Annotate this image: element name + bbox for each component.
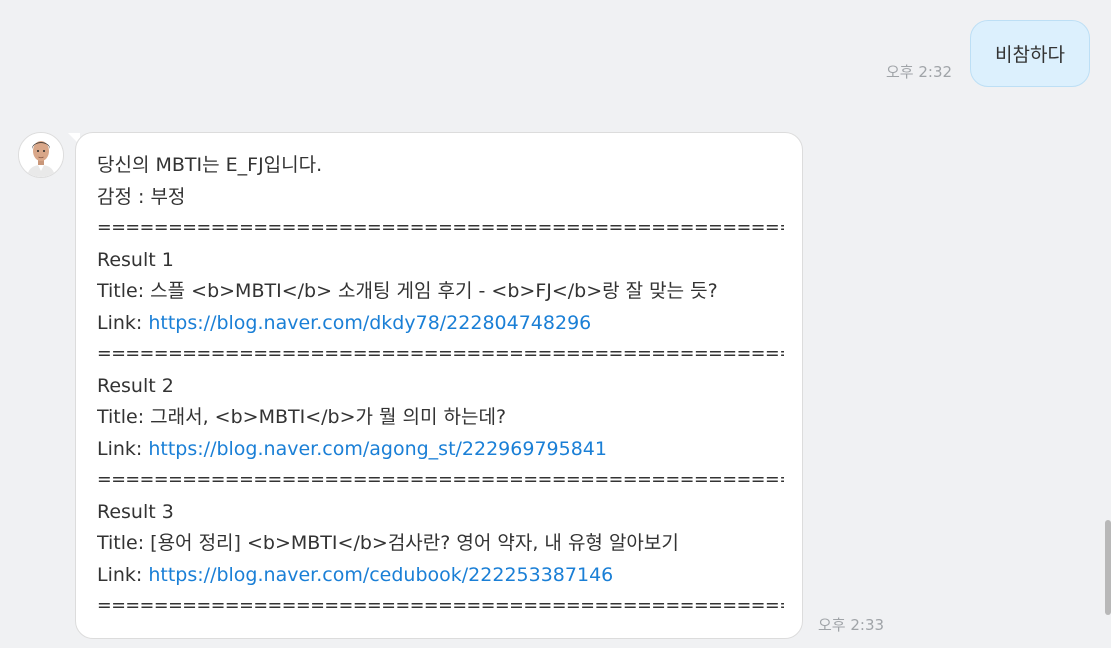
result-link[interactable]: https://blog.naver.com/agong_st/22296979… — [148, 438, 607, 460]
avatar-portrait — [19, 133, 63, 177]
result-heading: Result 2 — [97, 374, 174, 397]
result-link-line: Link: https://blog.naver.com/cedubook/22… — [97, 560, 784, 592]
user-message-bubble: 비참하다 — [970, 20, 1090, 87]
emotion-line: 감정 : 부정 — [97, 185, 186, 208]
result-title: Title: 그래서, <b>MBTI</b>가 뭘 의미 하는데? — [97, 406, 507, 428]
user-message-time: 오후 2:32 — [886, 63, 953, 81]
link-prefix: Link: — [97, 563, 149, 586]
scrollbar-thumb[interactable] — [1105, 520, 1111, 615]
user-message-text: 비참하다 — [995, 44, 1065, 66]
result-link[interactable]: https://blog.naver.com/dkdy78/2228047482… — [148, 312, 591, 334]
result-link-line: Link: https://blog.naver.com/dkdy78/2228… — [97, 308, 784, 340]
result-link[interactable]: https://blog.naver.com/cedubook/22225338… — [148, 564, 613, 586]
link-prefix: Link: — [97, 311, 149, 334]
bot-message-bubble: 당신의 MBTI는 E_FJ입니다. 감정 : 부정 =============… — [75, 132, 803, 639]
result-link-line: Link: https://blog.naver.com/agong_st/22… — [97, 434, 784, 466]
result-title: Title: [용어 정리] <b>MBTI</b>검사란? 영어 약자, 내 … — [97, 532, 679, 554]
mbti-result-line: 당신의 MBTI는 E_FJ입니다. — [97, 154, 323, 176]
separator: ========================================… — [97, 596, 784, 616]
result-heading: Result 1 — [97, 248, 174, 271]
separator: ========================================… — [97, 218, 784, 238]
link-prefix: Link: — [97, 437, 149, 460]
separator: ========================================… — [97, 344, 784, 364]
bot-message-time: 오후 2:33 — [818, 616, 885, 634]
result-heading: Result 3 — [97, 500, 174, 523]
bot-avatar[interactable] — [18, 132, 64, 178]
result-title: Title: 스플 <b>MBTI</b> 소개팅 게임 후기 - <b>FJ<… — [97, 280, 718, 302]
separator: ========================================… — [97, 470, 784, 490]
